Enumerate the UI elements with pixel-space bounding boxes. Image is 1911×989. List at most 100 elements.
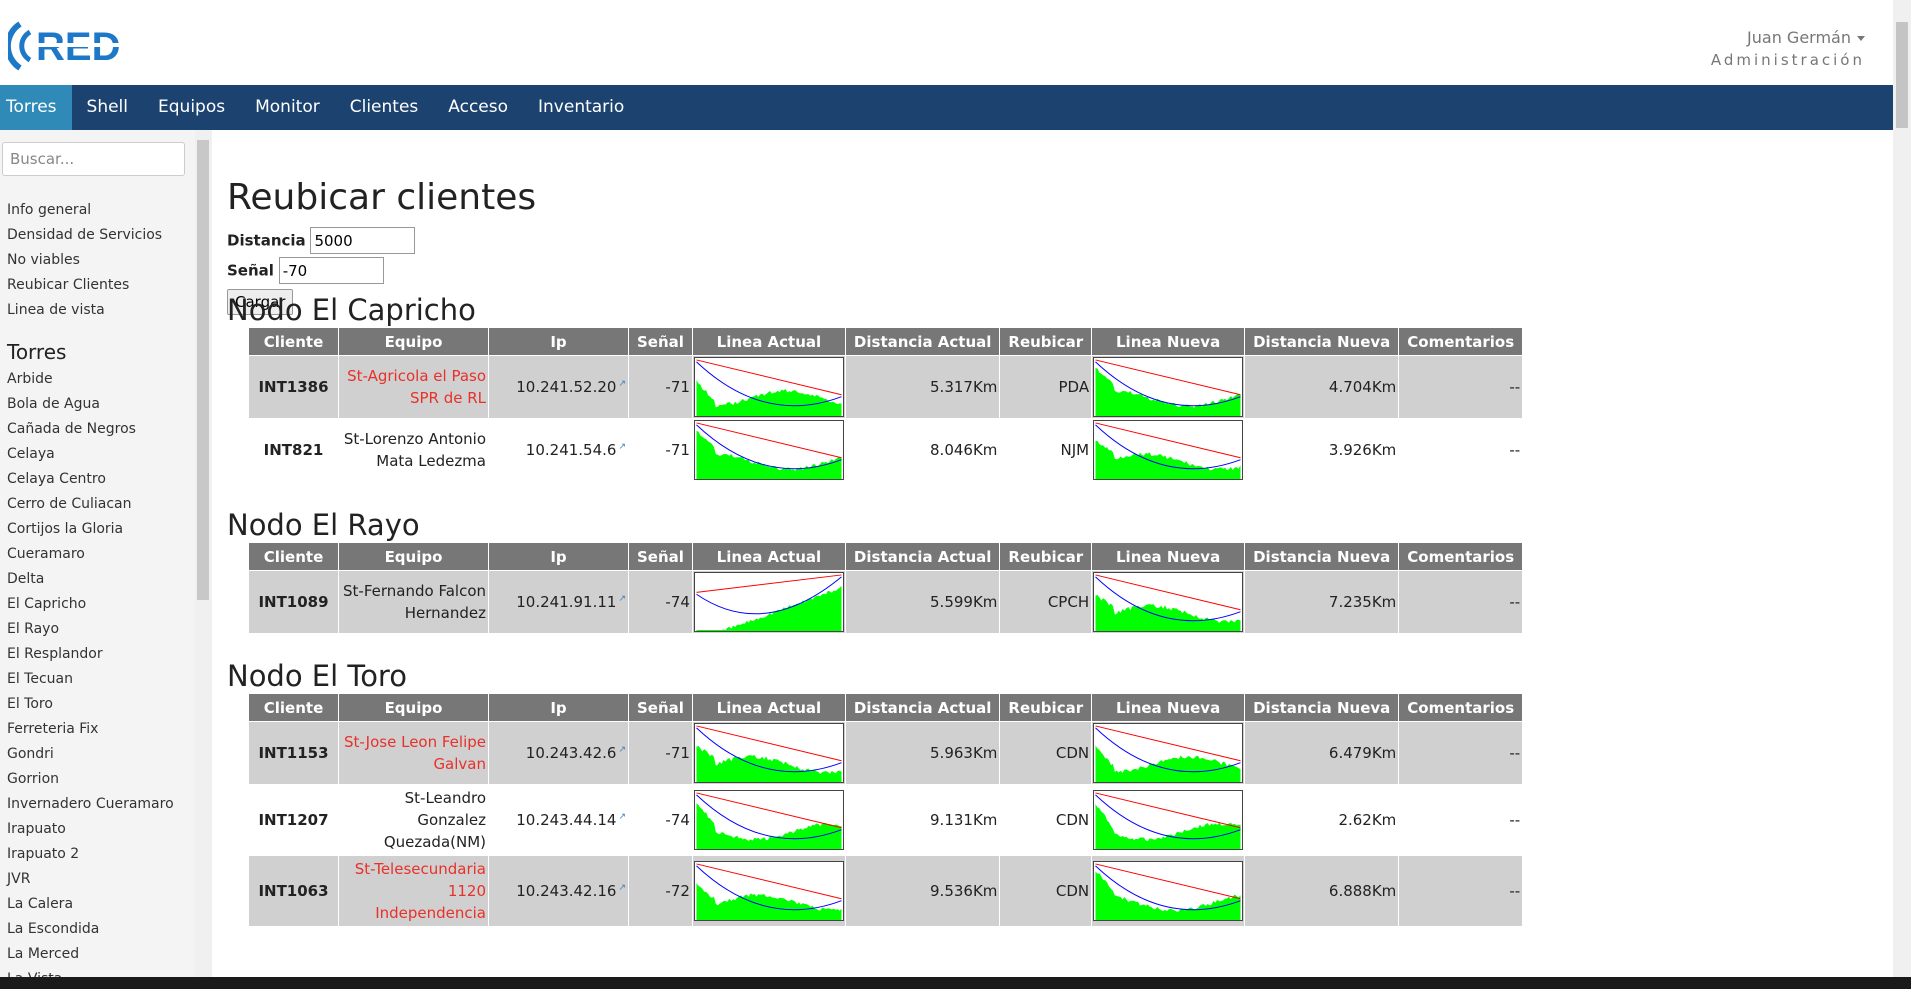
distance-input[interactable] bbox=[310, 227, 416, 254]
sidebar-scroll-thumb[interactable] bbox=[197, 140, 209, 600]
app-header: RED Juan Germán Administración bbox=[0, 0, 1893, 85]
column-header: Señal bbox=[628, 542, 693, 571]
sidebar-tower-link[interactable]: Celaya bbox=[7, 442, 174, 467]
sidebar-tower-link[interactable]: El Capricho bbox=[7, 592, 174, 617]
sidebar-tower-link[interactable]: Gondri bbox=[7, 742, 174, 767]
column-header: Señal bbox=[628, 693, 693, 722]
nav-shell[interactable]: Shell bbox=[72, 85, 143, 130]
terrain-area bbox=[1095, 804, 1241, 849]
nav-clientes[interactable]: Clientes bbox=[335, 85, 434, 130]
page-scrollbar[interactable] bbox=[1893, 0, 1911, 980]
equipment-name[interactable]: St-Fernando Falcon Hernandez bbox=[338, 570, 489, 634]
sidebar-tower-link[interactable]: Irapuato bbox=[7, 817, 174, 842]
ip-link[interactable]: 10.241.91.11 bbox=[516, 593, 616, 611]
caret-down-icon[interactable] bbox=[1857, 36, 1865, 41]
nav-equipos[interactable]: Equipos bbox=[143, 85, 240, 130]
sidebar-link[interactable]: Linea de vista bbox=[7, 298, 162, 323]
sidebar-tower-link[interactable]: El Toro bbox=[7, 692, 174, 717]
external-link-icon[interactable]: ↗ bbox=[618, 812, 626, 822]
sidebar-tower-link[interactable]: Irapuato 2 bbox=[7, 842, 174, 867]
new-distance: 3.926Km bbox=[1244, 418, 1400, 482]
nav-acceso[interactable]: Acceso bbox=[433, 85, 523, 130]
external-link-icon[interactable]: ↗ bbox=[618, 379, 626, 389]
clients-table: Cliente Equipo Ip Señal Linea Actual Distanci… bbox=[248, 327, 1524, 482]
signal-value: -71 bbox=[628, 418, 693, 482]
signal-value: -72 bbox=[628, 855, 693, 927]
red-logo-icon[interactable]: RED bbox=[8, 16, 143, 76]
equipment-name[interactable]: St-Leandro Gonzalez Quezada(NM) bbox=[338, 784, 489, 856]
sidebar-link[interactable]: Densidad de Servicios bbox=[7, 223, 162, 248]
signal-value: -74 bbox=[628, 570, 693, 634]
sidebar-tower-link[interactable]: JVR bbox=[7, 867, 174, 892]
ip-link[interactable]: 10.243.44.14 bbox=[516, 811, 616, 829]
sidebar-tower-link[interactable]: La Merced bbox=[7, 942, 174, 967]
external-link-icon[interactable]: ↗ bbox=[618, 883, 626, 893]
relocate-target: CDN bbox=[999, 784, 1093, 856]
ip-link[interactable]: 10.243.42.6 bbox=[526, 744, 617, 762]
external-link-icon[interactable]: ↗ bbox=[618, 594, 626, 604]
column-header: Ip bbox=[488, 327, 629, 356]
sidebar-link[interactable]: No viables bbox=[7, 248, 162, 273]
link-profile-chart bbox=[1093, 861, 1244, 921]
sidebar-tower-link[interactable]: Ferreteria Fix bbox=[7, 717, 174, 742]
ip-link[interactable]: 10.243.42.16 bbox=[516, 882, 616, 900]
current-distance: 9.536Km bbox=[844, 855, 1001, 927]
equipment-name[interactable]: St-Jose Leon Felipe Galvan bbox=[338, 721, 489, 785]
nav-torres[interactable]: Torres bbox=[0, 85, 72, 130]
equipment-name[interactable]: St-Agricola el Paso SPR de RL bbox=[338, 355, 489, 419]
current-distance: 5.599Km bbox=[844, 570, 1001, 634]
sidebar-tower-link[interactable]: Cueramaro bbox=[7, 542, 174, 567]
node-title: Nodo El Capricho bbox=[227, 293, 476, 327]
page-scroll-thumb[interactable] bbox=[1896, 22, 1908, 128]
column-header: Ip bbox=[488, 542, 629, 571]
link-profile-chart bbox=[693, 420, 844, 480]
nav-monitor[interactable]: Monitor bbox=[240, 85, 335, 130]
page-title: Reubicar clientes bbox=[227, 177, 537, 218]
node-title: Nodo El Toro bbox=[227, 659, 407, 693]
sidebar-link[interactable]: Info general bbox=[7, 198, 162, 223]
ip-link[interactable]: 10.241.54.6 bbox=[526, 441, 617, 459]
sidebar-tower-link[interactable]: Invernadero Cueramaro bbox=[7, 792, 174, 817]
ip-link[interactable]: 10.241.52.20 bbox=[516, 378, 616, 396]
new-distance: 7.235Km bbox=[1244, 570, 1400, 634]
sidebar-tower-link[interactable]: Bola de Agua bbox=[7, 392, 174, 417]
sidebar-tower-link[interactable]: Arbide bbox=[7, 367, 174, 392]
new-line-cell bbox=[1091, 855, 1246, 927]
link-profile-chart bbox=[1093, 357, 1244, 417]
sidebar-tower-link[interactable]: Cortijos la Gloria bbox=[7, 517, 174, 542]
sidebar-tower-link[interactable]: El Tecuan bbox=[7, 667, 174, 692]
sidebar-tower-link[interactable]: Delta bbox=[7, 567, 174, 592]
ip-cell: 10.243.42.16 ↗ bbox=[488, 855, 629, 927]
sidebar-link[interactable]: Reubicar Clientes bbox=[7, 273, 162, 298]
table-row: INT1207 St-Leandro Gonzalez Quezada(NM) 10… bbox=[248, 784, 1524, 856]
table-row: INT1153 St-Jose Leon Felipe Galvan 10.243.… bbox=[248, 721, 1524, 785]
sidebar-search-input[interactable] bbox=[2, 142, 185, 176]
signal-value: -71 bbox=[628, 355, 693, 419]
column-header: Linea Actual bbox=[691, 327, 846, 356]
sidebar-tower-link[interactable]: La Calera bbox=[7, 892, 174, 917]
external-link-icon[interactable]: ↗ bbox=[618, 442, 626, 452]
sidebar-tower-link[interactable]: Cerro de Culiacan bbox=[7, 492, 174, 517]
signal-input[interactable] bbox=[278, 257, 384, 284]
client-id: INT1207 bbox=[248, 784, 339, 856]
sidebar-tower-link[interactable]: La Escondida bbox=[7, 917, 174, 942]
equipment-name[interactable]: St-Telesecundaria 1120 Independencia bbox=[338, 855, 489, 927]
column-header: Distancia Actual bbox=[844, 693, 1001, 722]
comments: -- bbox=[1398, 855, 1524, 927]
sidebar-tower-link[interactable]: El Resplandor bbox=[7, 642, 174, 667]
sidebar-tower-link[interactable]: Gorrion bbox=[7, 767, 174, 792]
nav-inventario[interactable]: Inventario bbox=[523, 85, 639, 130]
sidebar-tower-link[interactable]: El Rayo bbox=[7, 617, 174, 642]
sidebar-tower-link[interactable]: Celaya Centro bbox=[7, 467, 174, 492]
user-name[interactable]: Juan Germán bbox=[1747, 28, 1851, 47]
line-of-sight bbox=[1095, 359, 1241, 396]
external-link-icon[interactable]: ↗ bbox=[618, 745, 626, 755]
table-row: INT1063 St-Telesecundaria 1120 Independen… bbox=[248, 855, 1524, 927]
sidebar-tower-link[interactable]: Cañada de Negros bbox=[7, 417, 174, 442]
column-header: Distancia Nueva bbox=[1244, 542, 1400, 571]
user-menu[interactable]: Juan Germán Administración bbox=[1711, 28, 1865, 69]
table-header-row: Cliente Equipo Ip Señal Linea Actual Distanci… bbox=[248, 542, 1524, 571]
equipment-name[interactable]: St-Lorenzo Antonio Mata Ledezma bbox=[338, 418, 489, 482]
sidebar-scrollbar[interactable] bbox=[195, 130, 212, 980]
line-of-sight bbox=[696, 725, 842, 762]
